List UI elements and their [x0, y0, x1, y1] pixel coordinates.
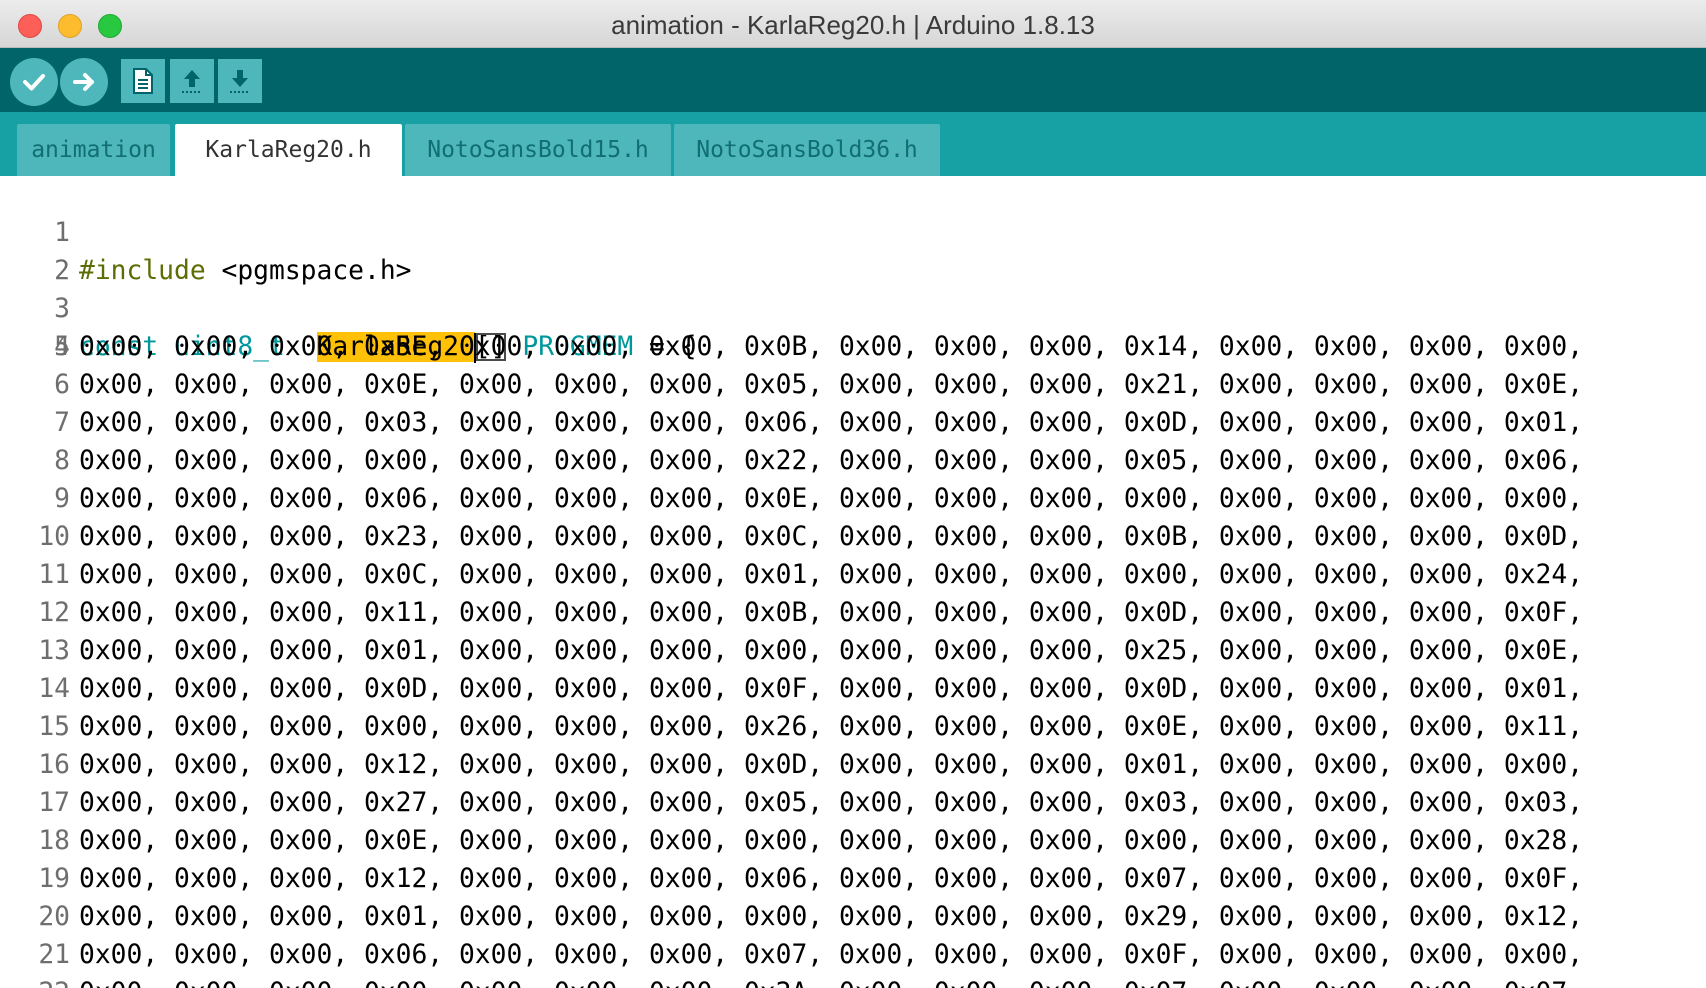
window-title: animation - KarlaReg20.h | Arduino 1.8.1…	[611, 10, 1095, 40]
line-number: 11	[38, 560, 70, 590]
code-text: 0x00, 0x00, 0x00, 0x06, 0x00, 0x00, 0x00…	[79, 940, 1584, 970]
line-number: 21	[38, 940, 70, 970]
code-text: 0x00, 0x00, 0x00, 0x5E, 0x00, 0x00, 0x00…	[79, 332, 1584, 362]
line-number: 18	[38, 826, 70, 856]
open-button[interactable]	[170, 59, 214, 103]
tab-notosansbold15[interactable]: NotoSansBold15.h	[405, 124, 671, 176]
line-number: 14	[38, 674, 70, 704]
code-text: 0x00, 0x00, 0x00, 0x0C, 0x00, 0x00, 0x00…	[79, 560, 1584, 590]
code-line: 4	[0, 290, 70, 362]
tab-karlareg20[interactable]: KarlaReg20.h	[175, 124, 402, 176]
code-text: 0x00, 0x00, 0x00, 0x0E, 0x00, 0x00, 0x00…	[79, 370, 1584, 400]
code-text: 0x00, 0x00, 0x00, 0x00, 0x00, 0x00, 0x00…	[79, 712, 1584, 742]
line-number: 15	[38, 712, 70, 742]
line-number: 17	[38, 788, 70, 818]
code-text: #include <pgmspace.h>	[79, 256, 412, 286]
code-text: 0x00, 0x00, 0x00, 0x12, 0x00, 0x00, 0x00…	[79, 864, 1584, 894]
code-text: 0x00, 0x00, 0x00, 0x01, 0x00, 0x00, 0x00…	[79, 902, 1584, 932]
line-number: 10	[38, 522, 70, 552]
title-bar: animation - KarlaReg20.h | Arduino 1.8.1…	[0, 0, 1706, 48]
code-text: 0x00, 0x00, 0x00, 0x11, 0x00, 0x00, 0x00…	[79, 598, 1584, 628]
new-file-icon	[133, 68, 153, 94]
arrow-down-icon	[230, 70, 250, 93]
line-number: 12	[38, 598, 70, 628]
code-text: 0x00, 0x00, 0x00, 0x27, 0x00, 0x00, 0x00…	[79, 788, 1584, 818]
new-button[interactable]	[121, 59, 165, 103]
line-number: 9	[54, 484, 70, 514]
code-line: 1 #include <pgmspace.h>	[0, 176, 411, 286]
code-text: 0x00, 0x00, 0x00, 0x00, 0x00, 0x00, 0x00…	[79, 446, 1584, 476]
line-number: 20	[38, 902, 70, 932]
line-number: 8	[54, 446, 70, 476]
arrow-up-icon	[182, 70, 202, 93]
code-line: 2	[0, 214, 70, 286]
toolbar	[0, 48, 1706, 112]
line-number: 5	[54, 332, 70, 362]
code-text: 0x00, 0x00, 0x00, 0x12, 0x00, 0x00, 0x00…	[79, 750, 1584, 780]
line-number: 7	[54, 408, 70, 438]
code-editor[interactable]: 1 #include <pgmspace.h> 2 3 const uint8_…	[0, 176, 1706, 988]
line-number: 6	[54, 370, 70, 400]
code-text: 0x00, 0x00, 0x00, 0x06, 0x00, 0x00, 0x00…	[79, 484, 1584, 514]
line-number: 19	[38, 864, 70, 894]
tab-bar: animation KarlaReg20.h NotoSansBold15.h …	[0, 112, 1706, 176]
tab-animation[interactable]: animation	[17, 124, 170, 176]
verify-button[interactable]	[10, 58, 58, 106]
checkmark-icon	[23, 74, 45, 91]
code-text: 0x00, 0x00, 0x00, 0x0E, 0x00, 0x00, 0x00…	[79, 826, 1584, 856]
code-line: 3 const uint8_t KarlaReg20[] PROGMEM = {	[0, 252, 697, 363]
code-text: 0x00, 0x00, 0x00, 0x0D, 0x00, 0x00, 0x00…	[79, 674, 1584, 704]
save-button[interactable]	[218, 59, 262, 103]
code-text: 0x00, 0x00, 0x00, 0x01, 0x00, 0x00, 0x00…	[79, 636, 1584, 666]
line-number: 22	[0, 974, 70, 988]
tab-notosansbold36[interactable]: NotoSansBold36.h	[674, 124, 940, 176]
upload-button[interactable]	[60, 58, 108, 106]
line-number: 16	[38, 750, 70, 780]
arrow-right-icon	[73, 73, 94, 91]
code-text: 0x00, 0x00, 0x00, 0x00, 0x00, 0x00, 0x00…	[79, 974, 1583, 988]
code-text: 0x00, 0x00, 0x00, 0x03, 0x00, 0x00, 0x00…	[79, 408, 1584, 438]
code-text: 0x00, 0x00, 0x00, 0x23, 0x00, 0x00, 0x00…	[79, 522, 1584, 552]
line-number: 13	[38, 636, 70, 666]
